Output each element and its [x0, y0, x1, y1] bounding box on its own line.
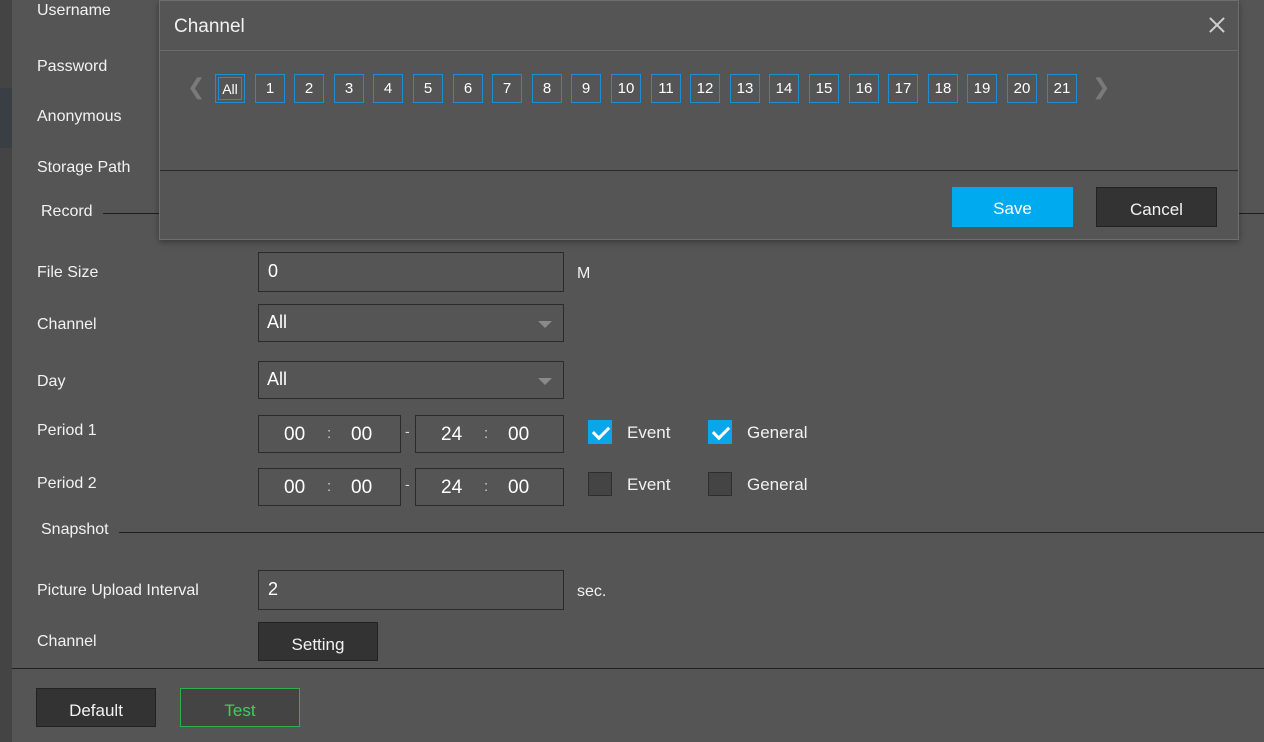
test-button[interactable]: Test [180, 688, 300, 727]
period2-end-hour[interactable]: 24 [441, 477, 462, 499]
channel-button-14[interactable]: 14 [769, 74, 799, 103]
save-button[interactable]: Save [952, 187, 1073, 227]
channel-button-21[interactable]: 21 [1047, 74, 1077, 103]
period2-start-hour[interactable]: 00 [284, 477, 305, 499]
channel-button-18[interactable]: 18 [928, 74, 958, 103]
channel-button-5[interactable]: 5 [413, 74, 443, 103]
time-colon: : [327, 478, 332, 495]
period1-label: Period 1 [37, 422, 97, 439]
chevron-down-icon [538, 378, 552, 385]
channel-button-3[interactable]: 3 [334, 74, 364, 103]
channel-button-1[interactable]: 1 [255, 74, 285, 103]
time-colon: : [484, 425, 489, 442]
period2-start-time[interactable]: 00 : 00 [258, 468, 401, 506]
chevron-left-icon[interactable]: ❮ [187, 74, 205, 100]
period2-general-checkbox[interactable] [708, 472, 732, 496]
cancel-button[interactable]: Cancel [1096, 187, 1217, 227]
period1-end-time[interactable]: 24 : 00 [415, 415, 564, 453]
file-size-label: File Size [37, 264, 99, 281]
left-nav-strip [0, 0, 12, 742]
channel-button-11[interactable]: 11 [651, 74, 681, 103]
period2-end-time[interactable]: 24 : 00 [415, 468, 564, 506]
channel-button-17[interactable]: 17 [888, 74, 918, 103]
channel-button-15[interactable]: 15 [809, 74, 839, 103]
setting-button[interactable]: Setting [258, 622, 378, 661]
period2-event-label: Event [627, 475, 671, 494]
channel-button-8[interactable]: 8 [532, 74, 562, 103]
period1-end-hour[interactable]: 24 [441, 424, 462, 446]
snapshot-section-divider [119, 532, 1264, 533]
nav-active-accent [0, 88, 12, 148]
range-dash: - [405, 476, 410, 492]
record-section-title: Record [41, 203, 93, 220]
file-size-unit: M [577, 265, 591, 282]
chevron-right-icon[interactable]: ❯ [1092, 74, 1110, 100]
snapshot-channel-label: Channel [37, 633, 97, 650]
period1-start-hour[interactable]: 00 [284, 424, 305, 446]
dialog-footer-divider [160, 170, 1238, 171]
snapshot-section-title: Snapshot [41, 521, 109, 538]
upload-interval-unit: sec. [577, 583, 607, 600]
channel-button-7[interactable]: 7 [492, 74, 522, 103]
close-icon[interactable] [1205, 13, 1229, 37]
period2-event-checkbox[interactable] [588, 472, 612, 496]
channel-button-10[interactable]: 10 [611, 74, 641, 103]
channel-button-19[interactable]: 19 [967, 74, 997, 103]
period1-general-label: General [747, 423, 808, 442]
channel-all-button[interactable]: All [215, 74, 245, 103]
channel-select[interactable]: All [258, 304, 564, 342]
channel-button-2[interactable]: 2 [294, 74, 324, 103]
period1-end-minute[interactable]: 00 [508, 424, 529, 446]
range-dash: - [405, 423, 410, 439]
footer-divider [12, 668, 1264, 669]
upload-interval-input[interactable]: 2 [258, 570, 564, 610]
username-label: Username [37, 2, 111, 19]
period1-start-minute[interactable]: 00 [351, 424, 372, 446]
time-colon: : [327, 425, 332, 442]
day-select[interactable]: All [258, 361, 564, 399]
period2-label: Period 2 [37, 475, 97, 492]
file-size-input[interactable]: 0 [258, 252, 564, 292]
channel-button-9[interactable]: 9 [571, 74, 601, 103]
day-label: Day [37, 373, 66, 390]
upload-interval-label: Picture Upload Interval [37, 582, 199, 599]
channel-button-20[interactable]: 20 [1007, 74, 1037, 103]
default-button[interactable]: Default [36, 688, 156, 727]
channel-select-value: All [267, 312, 288, 332]
time-colon: : [484, 478, 489, 495]
period2-general-label: General [747, 475, 808, 494]
channel-dialog: Channel ❮ All 1 2 3 4 5 6 7 8 9 10 11 12 13 14 15 16 17 18… [159, 0, 1239, 240]
password-label: Password [37, 58, 108, 75]
channel-button-6[interactable]: 6 [453, 74, 483, 103]
channel-button-16[interactable]: 16 [849, 74, 879, 103]
period1-event-label: Event [627, 423, 671, 442]
channel-button-12[interactable]: 12 [690, 74, 720, 103]
channel-label: Channel [37, 316, 97, 333]
channel-button-4[interactable]: 4 [373, 74, 403, 103]
storage-path-label: Storage Path [37, 159, 131, 176]
period1-start-time[interactable]: 00 : 00 [258, 415, 401, 453]
period2-start-minute[interactable]: 00 [351, 477, 372, 499]
period1-event-checkbox[interactable] [588, 420, 612, 444]
dialog-header-divider [160, 50, 1238, 51]
channel-button-13[interactable]: 13 [730, 74, 760, 103]
anonymous-label: Anonymous [37, 108, 122, 125]
period2-end-minute[interactable]: 00 [508, 477, 529, 499]
day-select-value: All [267, 369, 288, 389]
dialog-title: Channel [174, 16, 245, 37]
chevron-down-icon [538, 321, 552, 328]
period1-general-checkbox[interactable] [708, 420, 732, 444]
